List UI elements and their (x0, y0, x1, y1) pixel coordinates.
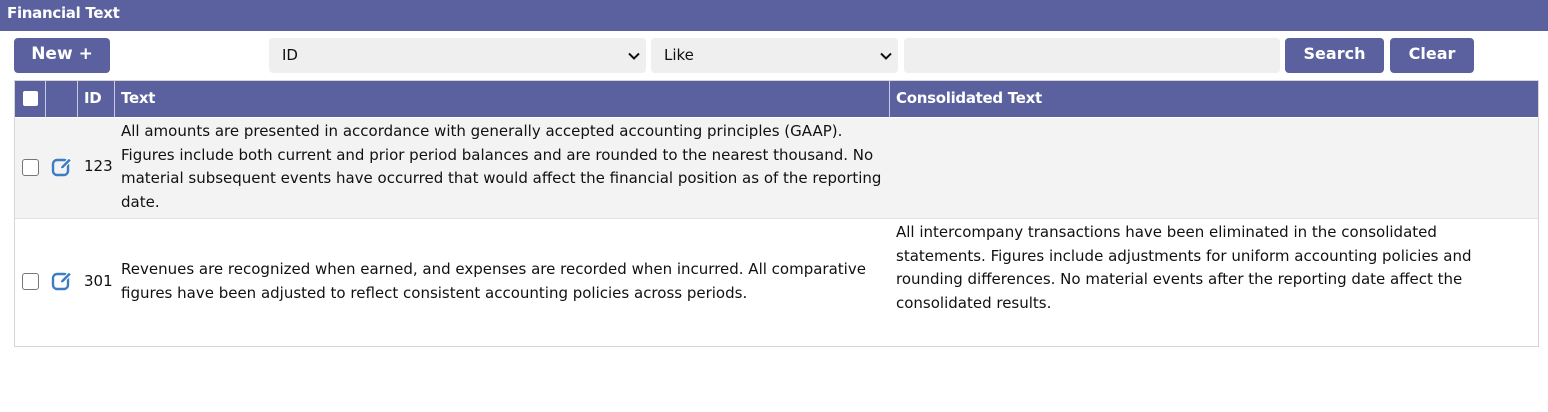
clear-button[interactable]: Clear (1390, 38, 1474, 73)
row-consolidated-text: All intercompany transactions have been … (896, 223, 1472, 312)
header-id[interactable]: ID (78, 81, 115, 117)
header-text[interactable]: Text (115, 81, 890, 117)
row-text: All amounts are presented in accordance … (121, 122, 882, 211)
field-select[interactable]: ID (269, 38, 646, 73)
search-input[interactable] (904, 38, 1280, 73)
row-checkbox[interactable] (22, 273, 39, 290)
row-checkbox[interactable] (22, 159, 39, 176)
search-button[interactable]: Search (1285, 38, 1384, 73)
operator-select-value: Like (664, 46, 694, 64)
new-button[interactable]: New + (14, 38, 110, 73)
edit-icon[interactable] (51, 156, 73, 178)
operator-select[interactable]: Like (651, 38, 898, 73)
chevron-down-icon (880, 52, 892, 60)
header-edit-cell (46, 81, 78, 117)
header-consolidated-text[interactable]: Consolidated Text (890, 81, 1538, 117)
row-id: 301 (84, 272, 113, 290)
financial-text-table: ID Text Consolidated Text 123 All amount… (14, 80, 1539, 347)
panel-title: Financial Text (0, 0, 1548, 31)
table-row: 123 All amounts are presented in accorda… (15, 118, 1538, 219)
header-select-cell (15, 81, 46, 117)
table-header: ID Text Consolidated Text (15, 81, 1538, 117)
table-row: 301 Revenues are recognized when earned,… (15, 219, 1538, 346)
row-id: 123 (84, 157, 113, 175)
select-all-checkbox[interactable] (23, 91, 38, 106)
edit-icon[interactable] (51, 270, 73, 292)
field-select-value: ID (282, 46, 298, 64)
toolbar: New + ID Like Search Clear (0, 31, 1548, 79)
chevron-down-icon (628, 52, 640, 60)
row-text: Revenues are recognized when earned, and… (121, 260, 866, 302)
